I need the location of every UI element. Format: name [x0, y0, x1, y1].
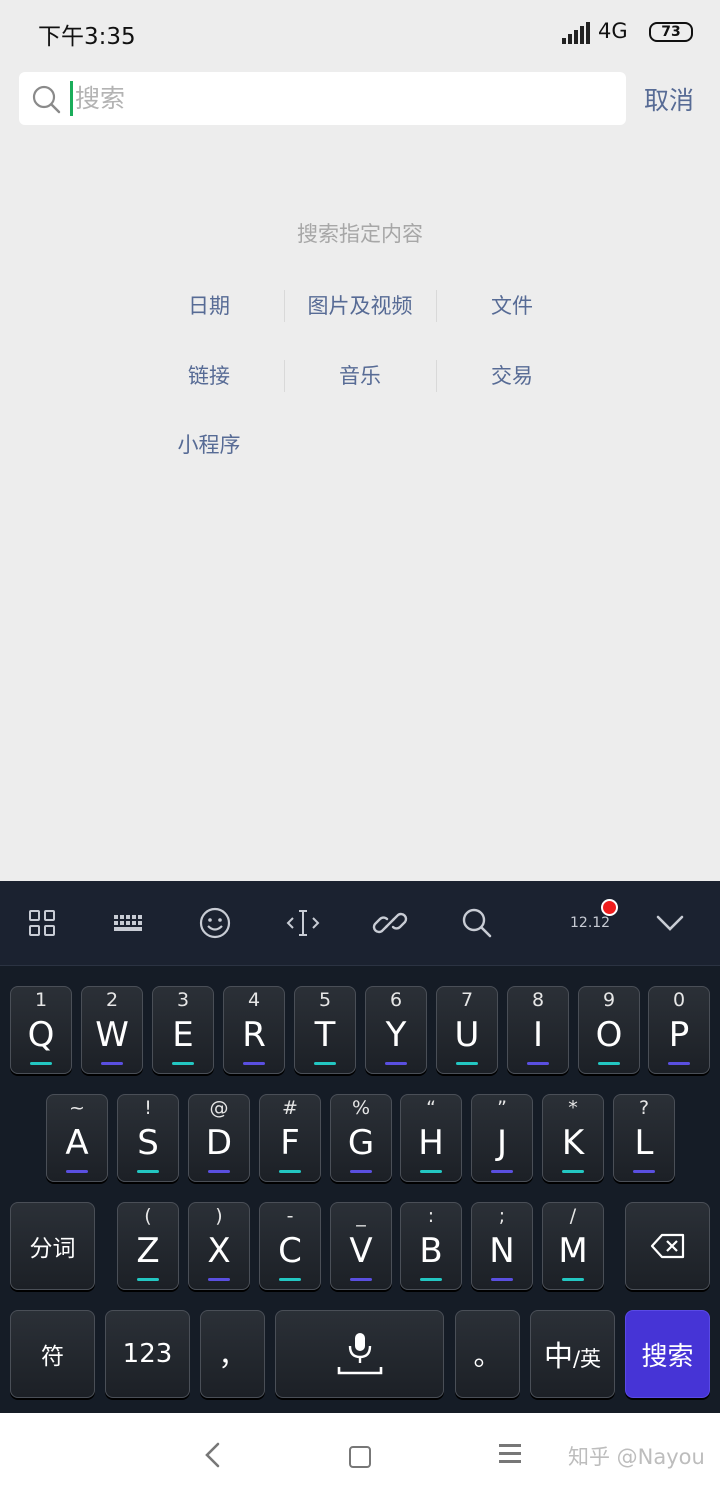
space-voice-key[interactable] — [275, 1310, 444, 1398]
search-box[interactable] — [19, 72, 626, 125]
date-badge[interactable]: 12.12 — [570, 915, 610, 931]
key-u[interactable]: 7U — [436, 986, 498, 1074]
specific-search-title: 搜索指定内容 — [297, 222, 423, 246]
watermark: 知乎 @Nayou — [568, 1445, 705, 1469]
key-b[interactable]: :B — [400, 1202, 462, 1290]
status-bar: 下午3:35 4G 73 — [0, 0, 720, 64]
keyboard-toolbar: 12.12 — [0, 881, 720, 966]
key-t[interactable]: 5T — [294, 986, 356, 1074]
key-h[interactable]: “H — [400, 1094, 462, 1182]
key-a[interactable]: ~ A — [46, 1094, 108, 1182]
key-x[interactable]: ) X — [188, 1202, 250, 1290]
battery-icon: 73 — [649, 22, 693, 42]
soft-keyboard: 12.12 1Q 2W 3E 4R 5T 6Y 7U 8I 9O 0P ~ A !… — [0, 881, 720, 1413]
search-category-media[interactable]: 图片及视频 — [284, 290, 436, 320]
search-category-date[interactable]: 日期 — [133, 290, 285, 320]
search-icon[interactable] — [459, 905, 495, 941]
search-category-links[interactable]: 链接 — [133, 360, 285, 390]
key-i[interactable]: 8I — [507, 986, 569, 1074]
status-time: 下午3:35 — [38, 24, 136, 50]
battery-level: 73 — [661, 24, 681, 40]
period-key[interactable]: 。 — [455, 1310, 520, 1398]
backspace-icon — [626, 1203, 709, 1289]
back-icon[interactable] — [202, 1441, 224, 1469]
key-p[interactable]: 0P — [648, 986, 710, 1074]
backspace-key[interactable] — [625, 1202, 710, 1290]
key-q[interactable]: 1Q — [10, 986, 72, 1074]
apps-grid-icon[interactable] — [24, 905, 60, 941]
key-z[interactable]: (Z — [117, 1202, 179, 1290]
key-o[interactable]: 9O — [578, 986, 640, 1074]
emoji-icon[interactable] — [197, 905, 233, 941]
key-m[interactable]: / M — [542, 1202, 604, 1290]
network-type: 4G — [598, 19, 628, 43]
home-icon[interactable] — [349, 1446, 371, 1468]
chevron-down-icon[interactable] — [652, 905, 688, 941]
search-category-transactions[interactable]: 交易 — [436, 360, 588, 390]
cancel-button[interactable]: 取消 — [644, 81, 694, 117]
key-e[interactable]: 3E — [152, 986, 214, 1074]
segment-key[interactable]: 分词 — [10, 1202, 95, 1290]
signal-icon — [562, 22, 592, 44]
microphone-icon — [276, 1311, 443, 1397]
key-y[interactable]: 6Y — [365, 986, 427, 1074]
cursor-move-icon[interactable] — [285, 905, 321, 941]
lang-main: 中 — [543, 1339, 573, 1373]
keyboard-layout-icon[interactable] — [110, 905, 146, 941]
notification-dot — [601, 899, 618, 916]
key-w[interactable]: 2W — [81, 986, 143, 1074]
link-icon[interactable] — [372, 905, 408, 941]
key-g[interactable]: % G — [330, 1094, 392, 1182]
search-submit-key[interactable]: 搜索 — [625, 1310, 710, 1398]
key-r[interactable]: 4R — [223, 986, 285, 1074]
language-switch-key[interactable]: 中/英 — [530, 1310, 615, 1398]
key-k[interactable]: * K — [542, 1094, 604, 1182]
key-n[interactable]: ; N — [471, 1202, 533, 1290]
search-category-music[interactable]: 音乐 — [284, 360, 436, 390]
comma-key[interactable]: ， — [200, 1310, 265, 1398]
search-category-mini-programs[interactable]: 小程序 — [133, 429, 285, 459]
key-s[interactable]: ! S — [117, 1094, 179, 1182]
text-cursor — [70, 81, 73, 116]
key-v[interactable]: _ V — [330, 1202, 392, 1290]
numbers-key[interactable]: 123 — [105, 1310, 190, 1398]
key-d[interactable]: @ D — [188, 1094, 250, 1182]
search-category-files[interactable]: 文件 — [436, 290, 588, 320]
search-input[interactable] — [75, 78, 615, 118]
navigation-bar: 知乎 @Nayou — [0, 1413, 720, 1499]
lang-sub: /英 — [572, 1347, 602, 1371]
key-j[interactable]: ” J — [471, 1094, 533, 1182]
key-l[interactable]: ? L — [613, 1094, 675, 1182]
symbols-key[interactable]: 符 — [10, 1310, 95, 1398]
key-c[interactable]: -C — [259, 1202, 321, 1290]
key-f[interactable]: # F — [259, 1094, 321, 1182]
menu-icon[interactable] — [499, 1444, 521, 1464]
search-icon — [32, 85, 61, 114]
